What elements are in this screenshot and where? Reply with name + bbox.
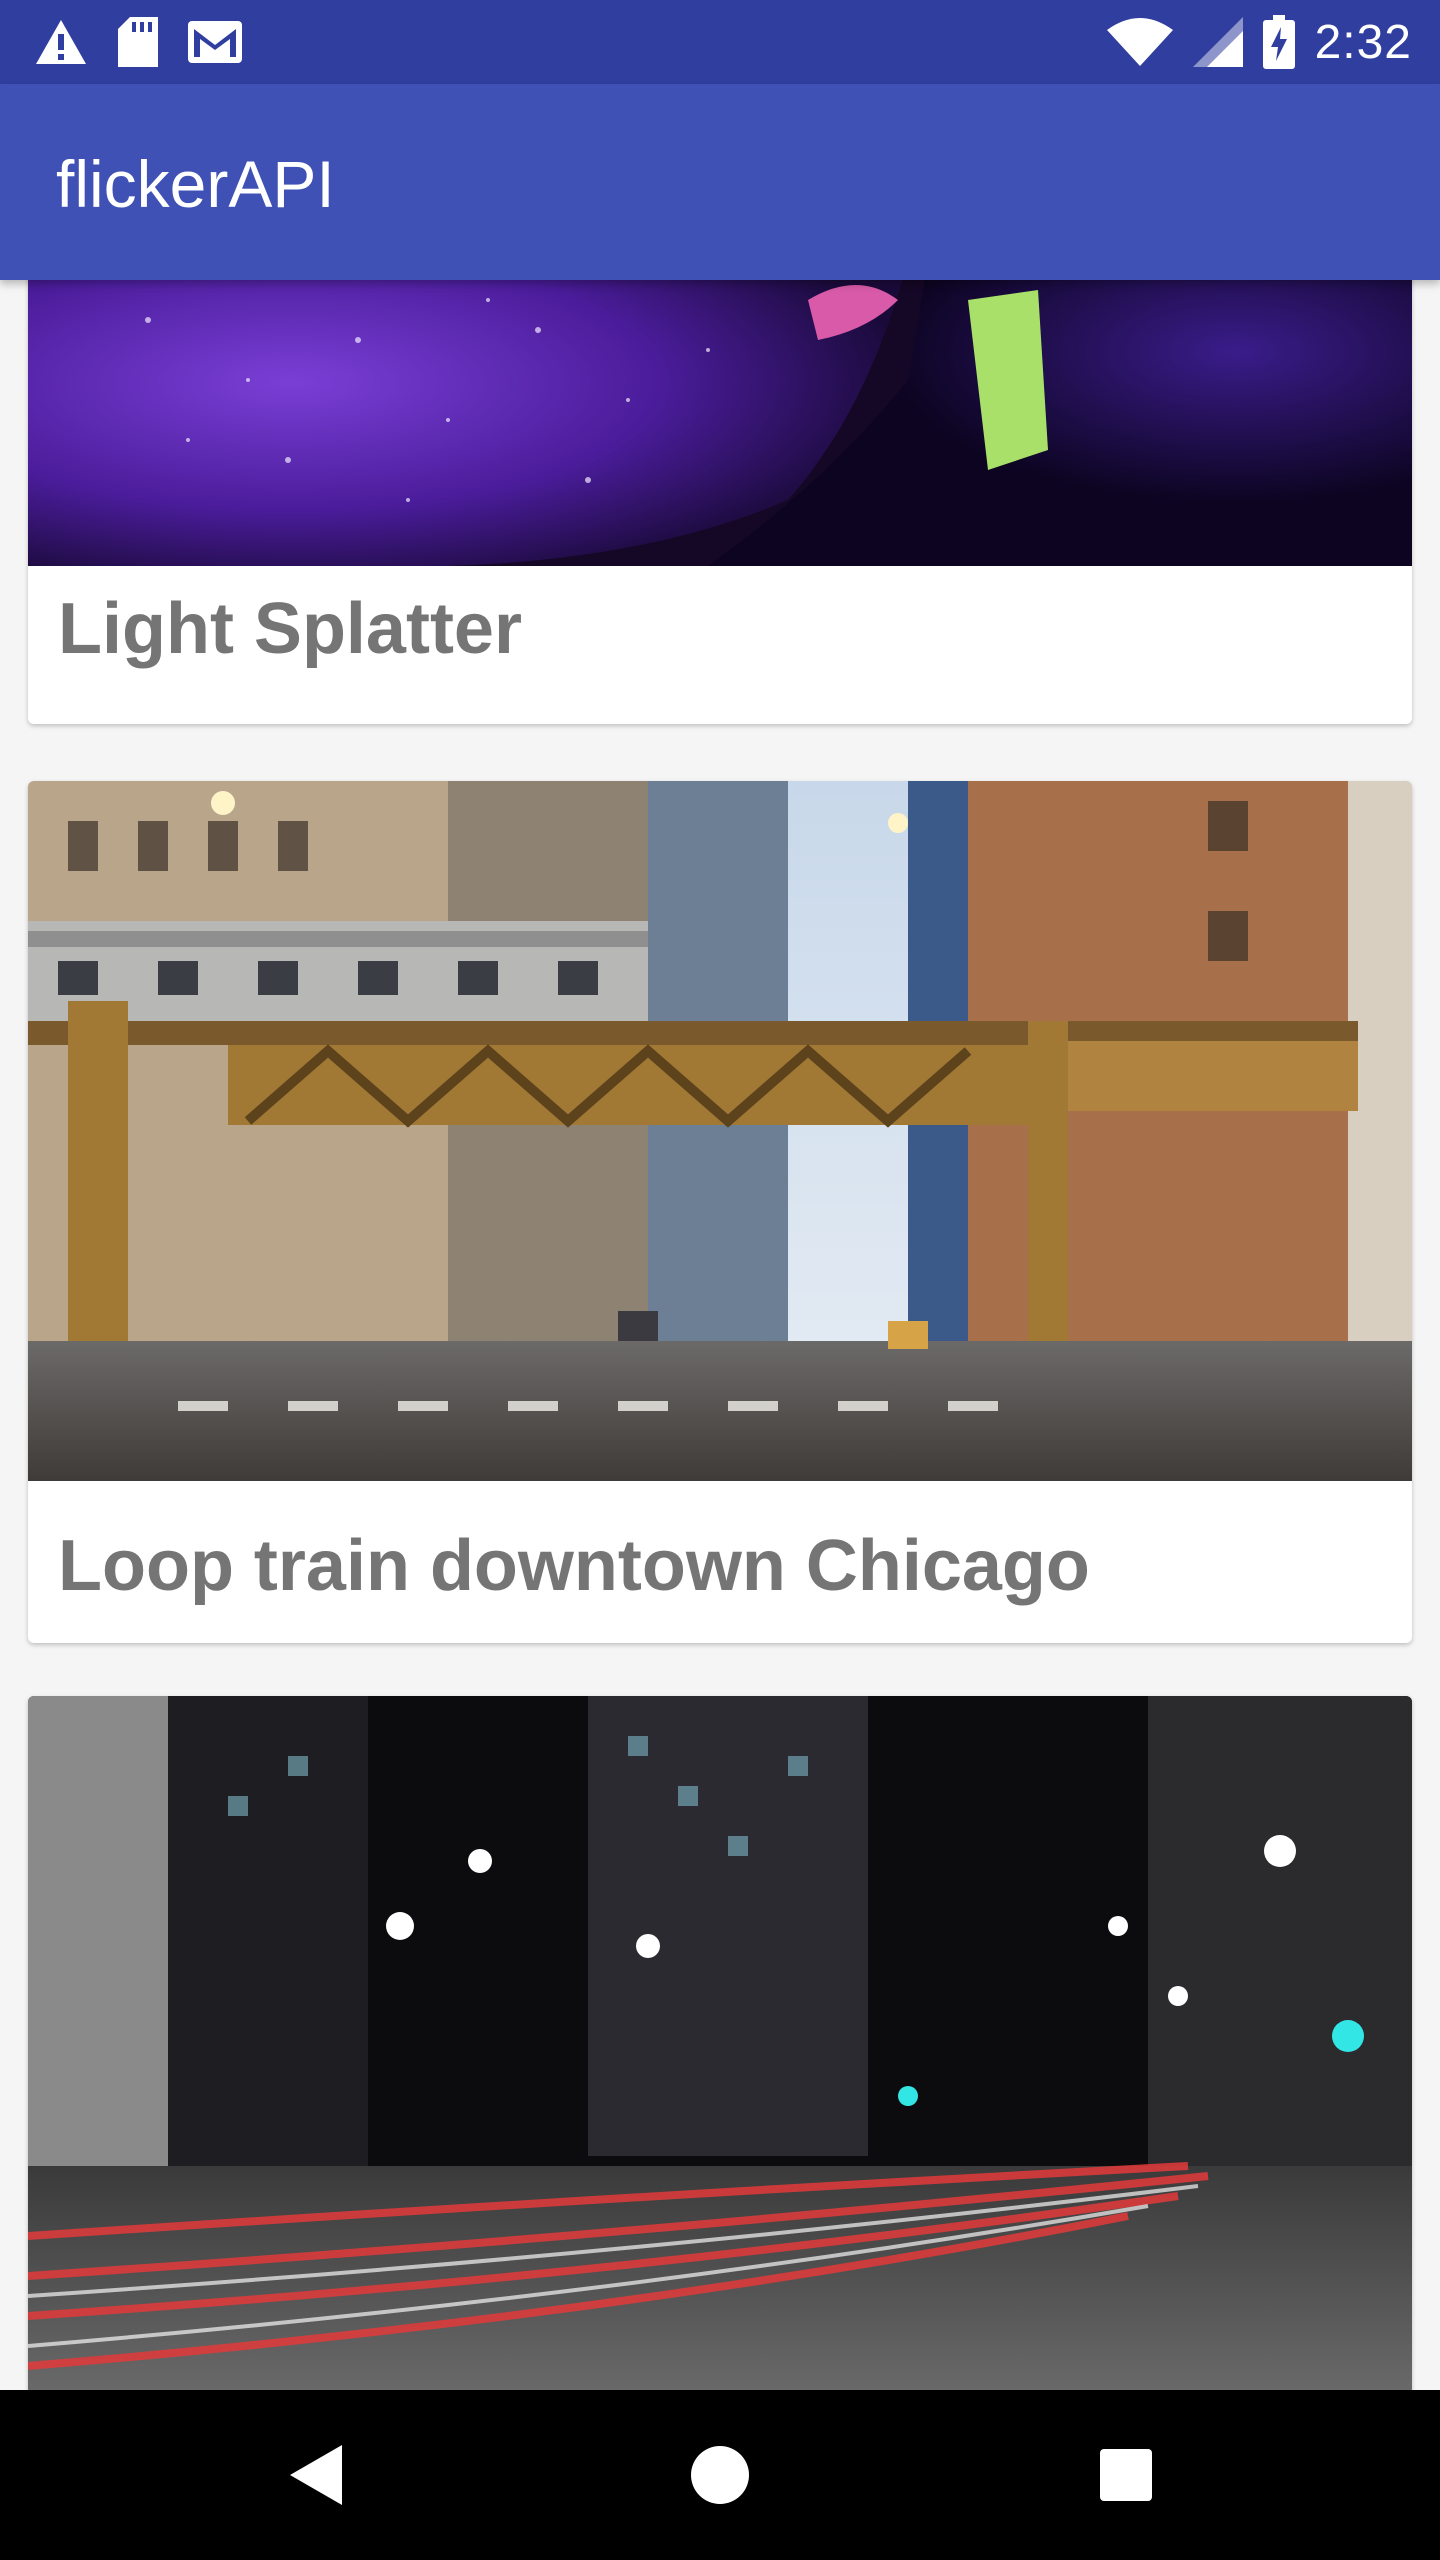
battery-charging-icon	[1262, 15, 1295, 69]
app-title: flickerAPI	[56, 147, 335, 221]
warning-icon	[36, 20, 86, 64]
signal-icon	[1192, 17, 1243, 67]
night-city-street-photo	[28, 1696, 1412, 2390]
home-button[interactable]	[680, 2435, 760, 2515]
status-bar: 2:32	[0, 0, 1440, 84]
wifi-icon	[1106, 18, 1173, 66]
home-icon	[691, 2446, 749, 2504]
photo-caption: Light Splatter	[58, 589, 522, 669]
photo-feed[interactable]: Light Splatter Loop train downtown Chica…	[0, 280, 1440, 2390]
back-icon	[290, 2445, 342, 2505]
recents-icon	[1100, 2449, 1152, 2501]
navigation-bar	[0, 2390, 1440, 2560]
notification-icons	[34, 16, 242, 68]
chicago-loop-train-photo	[28, 781, 1412, 1481]
gmail-icon	[188, 21, 242, 63]
app-bar: flickerAPI	[0, 84, 1440, 280]
photo-card[interactable]	[28, 1696, 1412, 2390]
glitter-face-photo	[28, 280, 1412, 566]
photo-card[interactable]: Loop train downtown Chicago	[28, 781, 1412, 1643]
sd-card-icon	[118, 17, 158, 67]
photo-caption: Loop train downtown Chicago	[58, 1526, 1090, 1606]
photo-card[interactable]: Light Splatter	[28, 280, 1412, 724]
recents-button[interactable]	[1086, 2435, 1166, 2515]
status-time: 2:32	[1314, 15, 1412, 69]
system-icons: 2:32	[1106, 14, 1412, 70]
back-button[interactable]	[276, 2435, 356, 2515]
